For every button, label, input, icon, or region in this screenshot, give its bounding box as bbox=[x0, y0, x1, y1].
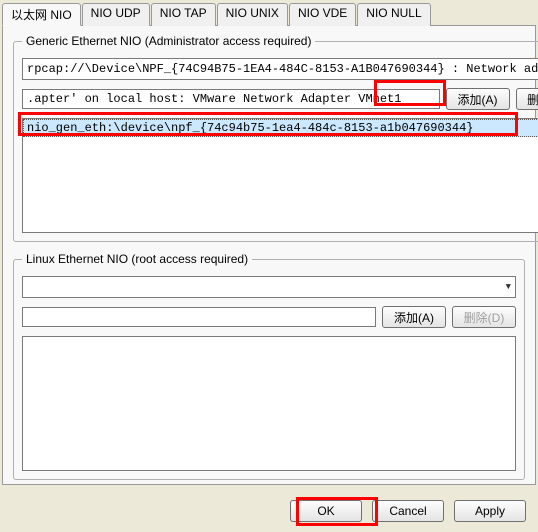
linux-ethernet-group: Linux Ethernet NIO (root access required… bbox=[13, 252, 525, 480]
generic-ethernet-legend: Generic Ethernet NIO (Administrator acce… bbox=[22, 34, 315, 48]
generic-adapter-combo[interactable]: rpcap://\Device\NPF_{74C94B75-1EA4-484C-… bbox=[22, 58, 538, 80]
generic-adapter-combo-value: rpcap://\Device\NPF_{74C94B75-1EA4-484C-… bbox=[27, 62, 538, 76]
linux-adapter-text[interactable] bbox=[22, 307, 376, 327]
tab-nio-tap[interactable]: NIO TAP bbox=[151, 3, 216, 26]
generic-delete-button[interactable]: 删除(D) bbox=[516, 88, 538, 110]
linux-add-button[interactable]: 添加(A) bbox=[382, 306, 446, 328]
tab-nio-udp[interactable]: NIO UDP bbox=[82, 3, 150, 26]
linux-delete-button: 删除(D) bbox=[452, 306, 516, 328]
ok-button[interactable]: OK bbox=[290, 500, 362, 522]
tab-nio-unix[interactable]: NIO UNIX bbox=[217, 3, 288, 26]
generic-adapter-text-value: .apter' on local host: VMware Network Ad… bbox=[27, 92, 401, 106]
chevron-down-icon: ▼ bbox=[504, 282, 513, 292]
list-item[interactable]: nio_gen_eth:\device\npf_{74c94b75-1ea4-4… bbox=[23, 119, 538, 137]
dialog-button-row: OK Cancel Apply bbox=[290, 500, 526, 522]
generic-add-button[interactable]: 添加(A) bbox=[446, 88, 510, 110]
linux-adapter-combo[interactable]: ▼ bbox=[22, 276, 516, 298]
linux-ethernet-legend: Linux Ethernet NIO (root access required… bbox=[22, 252, 252, 266]
tabs-row: 以太网 NIO NIO UDP NIO TAP NIO UNIX NIO VDE… bbox=[0, 0, 538, 25]
generic-row: .apter' on local host: VMware Network Ad… bbox=[22, 88, 538, 110]
generic-nio-listbox[interactable]: nio_gen_eth:\device\npf_{74c94b75-1ea4-4… bbox=[22, 118, 538, 233]
generic-adapter-text[interactable]: .apter' on local host: VMware Network Ad… bbox=[22, 89, 440, 109]
tab-nio-vde[interactable]: NIO VDE bbox=[289, 3, 356, 26]
dialog-root: 以太网 NIO NIO UDP NIO TAP NIO UNIX NIO VDE… bbox=[0, 0, 538, 532]
tab-nio-null[interactable]: NIO NULL bbox=[357, 3, 430, 26]
tab-ethernet-nio[interactable]: 以太网 NIO bbox=[2, 3, 81, 26]
generic-ethernet-group: Generic Ethernet NIO (Administrator acce… bbox=[13, 34, 538, 242]
linux-nio-listbox[interactable] bbox=[22, 336, 516, 471]
cancel-button[interactable]: Cancel bbox=[372, 500, 444, 522]
linux-row: 添加(A) 删除(D) bbox=[22, 306, 516, 328]
tab-panel: Generic Ethernet NIO (Administrator acce… bbox=[2, 25, 536, 485]
apply-button[interactable]: Apply bbox=[454, 500, 526, 522]
